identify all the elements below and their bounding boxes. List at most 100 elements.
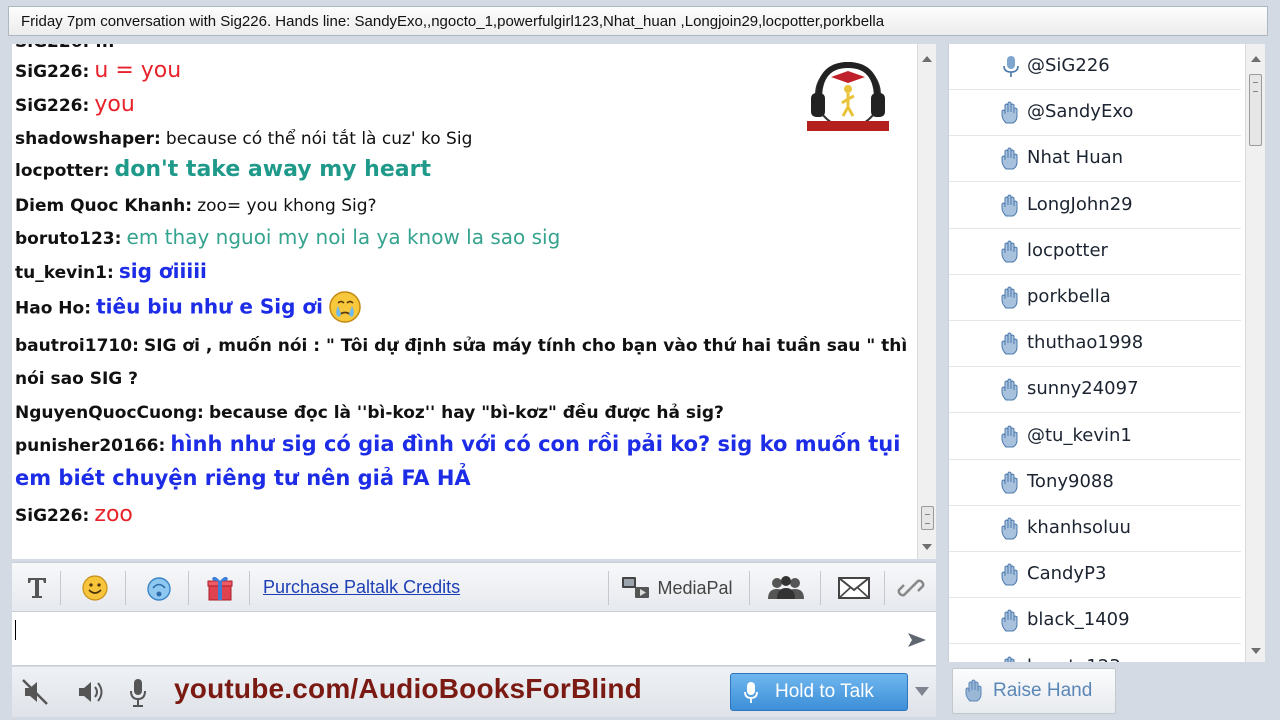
user-list-item[interactable]: locpotter — [949, 229, 1245, 275]
link-button[interactable] — [894, 571, 928, 605]
user-row: thuthao1998 — [949, 321, 1241, 368]
user-name: LongJohn29 — [1027, 193, 1133, 215]
hold-to-talk-label: Hold to Talk — [775, 681, 874, 702]
chat-transcript[interactable]: SiG226: ... SiG226: u = you SiG226: you … — [12, 44, 917, 559]
user-list-item[interactable]: thuthao1998 — [949, 321, 1245, 368]
user-list-item[interactable]: @SandyExo — [949, 90, 1245, 137]
message-input[interactable] — [12, 612, 936, 666]
raise-hand-label: Raise Hand — [993, 680, 1093, 701]
user-row: boruto123 — [949, 645, 1241, 662]
chat-text: because đọc là ''bì-koz'' hay "bì-kơz" đ… — [208, 403, 724, 423]
user-name: porkbella — [1027, 286, 1111, 307]
chat-text: em thay nguoi my noi la ya know la sao s… — [126, 225, 561, 249]
hold-to-talk-button[interactable]: Hold to Talk — [730, 673, 908, 711]
chat-scrollbar[interactable] — [917, 44, 936, 559]
users-button[interactable] — [764, 571, 808, 605]
chat-username: NguyenQuocCuong: — [15, 403, 204, 423]
chat-message: SiG226: you — [15, 92, 135, 117]
nudge-button[interactable] — [142, 571, 176, 605]
user-list-item[interactable]: sunny24097 — [949, 367, 1245, 414]
toolbar-divider — [820, 571, 821, 605]
gift-icon — [207, 576, 233, 601]
emoticon-button[interactable] — [78, 571, 112, 605]
hand-icon — [1001, 656, 1021, 662]
audio-books-logo — [805, 55, 891, 139]
user-list-item[interactable]: Tony9088 — [949, 460, 1245, 506]
user-row: locpotter — [949, 229, 1241, 275]
text-format-icon — [28, 578, 46, 598]
user-list-item[interactable]: @tu_kevin1 — [949, 414, 1245, 460]
chat-message-cut: SiG226: ... — [15, 44, 115, 52]
mic-icon — [1001, 55, 1021, 84]
user-row: Nhat Huan — [949, 136, 1241, 183]
toolbar-divider — [60, 571, 61, 605]
chat-message: SiG226: zoo — [15, 502, 133, 527]
chat-message-continued: nói sao SIG ? — [15, 369, 138, 389]
send-button[interactable] — [907, 632, 927, 653]
user-list-item[interactable]: black_1409 — [949, 598, 1245, 645]
chat-username: SiG226: — [15, 96, 90, 116]
chat-username: punisher20166: — [15, 436, 166, 456]
hand-icon — [965, 679, 982, 702]
scroll-thumb[interactable] — [1249, 74, 1262, 146]
scroll-up-arrow-icon[interactable] — [922, 56, 932, 62]
chat-message: boruto123: em thay nguoi my noi la ya kn… — [15, 225, 560, 249]
user-list-item[interactable]: CandyP3 — [949, 552, 1245, 599]
scroll-up-arrow-icon[interactable] — [1251, 56, 1261, 62]
envelope-icon — [838, 577, 870, 599]
chat-message-continued: em biét chuyện riêng tư nên giả FA HẢ — [15, 466, 471, 490]
chat-text: tiêu biu như e Sig ơi — [96, 294, 324, 319]
chat-username: locpotter: — [15, 161, 110, 181]
user-name: sunny24097 — [1027, 378, 1139, 400]
gift-button[interactable] — [204, 571, 236, 605]
toolbar-divider — [188, 571, 189, 605]
hand-icon — [1001, 378, 1021, 407]
user-name: CandyP3 — [1027, 563, 1107, 585]
user-row: @SiG226 — [949, 44, 1241, 90]
user-row: @tu_kevin1 — [949, 414, 1241, 460]
chat-text: zoo= you khong Sig? — [197, 196, 377, 216]
user-name: black_1409 — [1027, 609, 1130, 631]
purchase-credits-link[interactable]: Purchase Paltalk Credits — [263, 577, 460, 598]
chat-message: tu_kevin1: sig ơiiiii — [15, 259, 207, 283]
toolbar-divider — [884, 571, 885, 605]
mediapal-button[interactable]: MediaPal — [618, 571, 736, 605]
text-format-button[interactable] — [22, 571, 52, 605]
user-name: Nhat Huan — [1027, 147, 1124, 169]
raise-hand-button[interactable]: Raise Hand — [952, 668, 1116, 714]
user-list-item[interactable]: LongJohn29 — [949, 183, 1245, 229]
chat-message: Diem Quoc Khanh: zoo= you khong Sig? — [15, 196, 377, 216]
mediapal-icon — [622, 577, 650, 598]
user-list-scrollbar[interactable] — [1245, 44, 1265, 662]
chat-text: sig ơiiiii — [118, 259, 207, 283]
talk-options-dropdown-icon[interactable] — [915, 687, 929, 696]
chat-username: Hao Ho: — [15, 298, 92, 319]
room-user-list: @SiG226 @SandyExo Nhat Huan LongJohn29 locpo… — [948, 44, 1245, 662]
chat-text: you — [94, 92, 135, 117]
chat-message: SiG226: u = you — [15, 58, 181, 83]
hand-icon — [1001, 194, 1021, 223]
mic-settings-button[interactable] — [128, 677, 148, 714]
user-row: sunny24097 — [949, 367, 1241, 414]
nudge-icon — [147, 577, 171, 601]
chat-text: em biét chuyện riêng tư nên giả FA HẢ — [15, 466, 471, 490]
user-list-item[interactable]: boruto123 — [949, 645, 1245, 662]
microphone-icon — [130, 679, 146, 707]
toolbar-divider — [749, 571, 750, 605]
speaker-mute-button[interactable] — [20, 677, 50, 712]
user-list-item[interactable]: porkbella — [949, 275, 1245, 321]
message-button[interactable] — [834, 571, 874, 605]
chat-text: u = you — [94, 58, 182, 83]
scroll-down-arrow-icon[interactable] — [922, 544, 932, 550]
youtube-watermark: youtube.com/AudioBooksForBlind — [174, 673, 642, 704]
user-list-item[interactable]: Nhat Huan — [949, 136, 1245, 183]
chat-message: NguyenQuocCuong: because đọc là ''bì-koz… — [15, 403, 724, 423]
volume-button[interactable] — [76, 677, 108, 712]
scroll-down-arrow-icon[interactable] — [1251, 648, 1261, 654]
hand-icon — [1001, 332, 1021, 361]
user-name: khanhsoluu — [1027, 517, 1131, 538]
user-list-item[interactable]: khanhsoluu — [949, 506, 1245, 552]
user-list-item[interactable]: @SiG226 — [949, 44, 1245, 90]
user-name: @SiG226 — [1027, 55, 1110, 76]
scroll-thumb[interactable] — [921, 506, 934, 530]
